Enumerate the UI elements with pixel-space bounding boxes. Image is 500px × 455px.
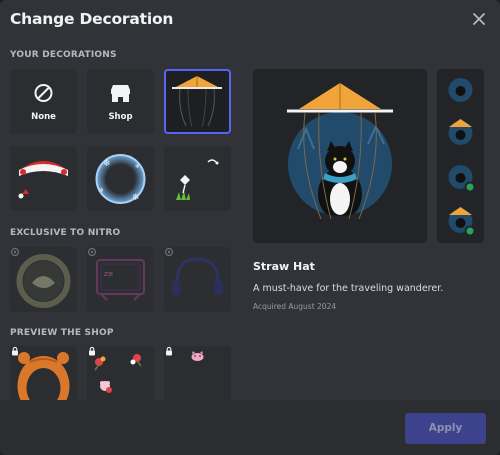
flower-bouquet-decoration <box>94 354 142 393</box>
shop-tile-bear-hood[interactable] <box>10 346 77 400</box>
bear-hood-decoration <box>17 352 70 400</box>
straw-hat-decoration <box>172 76 222 128</box>
decoration-preview-large <box>253 69 427 243</box>
headphones-decoration <box>172 257 223 295</box>
shop-tile-pink-pet[interactable] <box>164 346 231 400</box>
nitro-icon <box>10 247 20 257</box>
close-icon[interactable] <box>470 10 488 28</box>
pink-pet-decoration <box>191 351 204 361</box>
ban-icon <box>34 84 53 102</box>
section-preview-the-shop: PREVIEW THE SHOP <box>10 328 114 338</box>
apply-button[interactable]: Apply <box>405 413 486 444</box>
decoration-tile-snow-globe[interactable]: ❄ ❄ ❄ ❄ <box>87 146 154 211</box>
decoration-preview-sizes <box>437 69 484 243</box>
neon-frame-decoration: z≡ <box>96 259 145 301</box>
decoration-label-shop: Shop <box>108 112 133 122</box>
avatar-size-previews <box>448 78 476 237</box>
modal-title: Change Decoration <box>10 10 174 28</box>
nitro-icon <box>87 247 97 257</box>
svg-text:z≡: z≡ <box>104 270 114 278</box>
decoration-tile-santa-hat[interactable] <box>10 146 77 211</box>
svg-text:❄: ❄ <box>135 163 140 170</box>
shop-tile-flower-bouquet[interactable] <box>87 346 154 400</box>
nitro-icon <box>164 247 174 257</box>
nitro-tile-neon-frame[interactable]: z≡ <box>87 247 154 312</box>
santa-hat-decoration <box>18 161 68 199</box>
decoration-tile-straw-hat[interactable] <box>164 69 231 134</box>
section-your-decorations: YOUR DECORATIONS <box>10 50 117 60</box>
leaf-wreath-decoration <box>16 254 71 308</box>
svg-text:❄: ❄ <box>132 193 140 203</box>
nitro-tile-headphones[interactable] <box>164 247 231 312</box>
lock-icon <box>166 346 172 356</box>
modal-content: Change Decoration YOUR DECORATIONS None … <box>0 0 500 400</box>
nitro-tile-leaf-wreath[interactable] <box>10 247 77 312</box>
lock-icon <box>89 346 95 356</box>
storefront-icon <box>111 85 130 102</box>
flower-vine-decoration <box>176 159 219 200</box>
svg-text:❄: ❄ <box>103 159 111 169</box>
snow-globe-decoration: ❄ ❄ ❄ ❄ <box>95 154 146 204</box>
svg-text:❄: ❄ <box>99 187 104 194</box>
section-exclusive-to-nitro: EXCLUSIVE TO NITRO <box>10 228 121 238</box>
decoration-description: A must-have for the traveling wanderer. <box>253 283 444 294</box>
avatar-with-straw-hat <box>287 83 393 220</box>
change-decoration-modal: Change Decoration YOUR DECORATIONS None … <box>0 0 500 455</box>
decoration-acquired-date: Acquired August 2024 <box>253 302 337 311</box>
lock-icon <box>12 346 18 356</box>
decoration-name: Straw Hat <box>253 260 315 273</box>
decoration-label-none: None <box>31 112 56 122</box>
decoration-tile-flower-vine[interactable] <box>164 146 231 211</box>
decoration-tile-shop[interactable]: Shop <box>87 69 154 134</box>
decoration-tile-none[interactable]: None <box>10 69 77 134</box>
